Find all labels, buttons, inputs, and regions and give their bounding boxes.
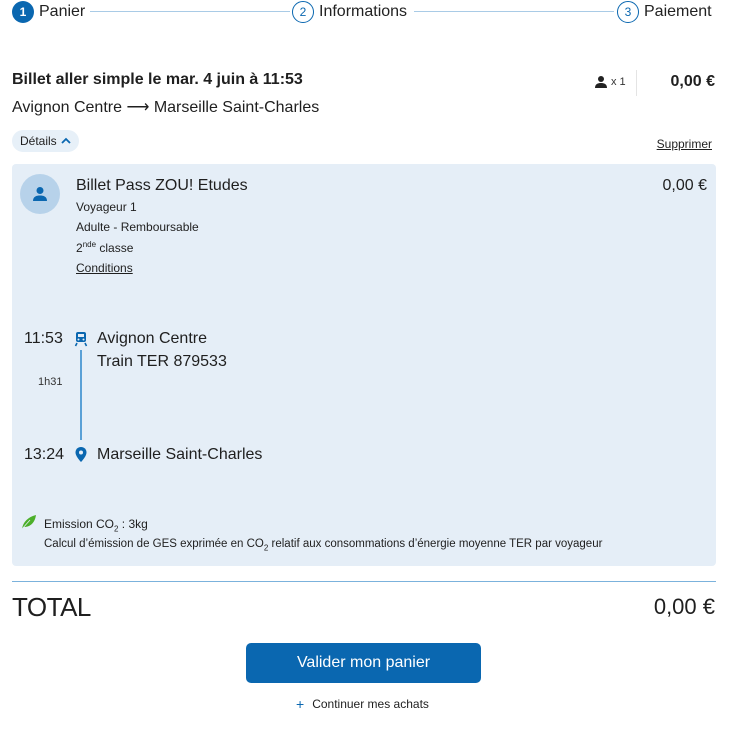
emission-label: Emission CO2 : 3kg	[44, 517, 148, 533]
trip-price: 0,00 €	[670, 73, 715, 90]
avatar	[20, 174, 60, 214]
leaf-icon	[21, 515, 36, 530]
passenger-count-text: x 1	[611, 76, 626, 88]
departure-time: 11:53	[24, 330, 63, 347]
delete-link[interactable]: Supprimer	[657, 137, 712, 151]
details-label: Détails	[20, 134, 57, 148]
validate-cart-button[interactable]: Valider mon panier	[246, 643, 481, 683]
arrival-station: Marseille Saint-Charles	[97, 446, 263, 463]
total-label: TOTAL	[12, 592, 91, 622]
person-icon	[595, 76, 607, 88]
conditions-link[interactable]: Conditions	[76, 261, 133, 275]
arrival-time: 13:24	[24, 446, 65, 463]
details-toggle-button[interactable]: Détails	[12, 130, 79, 152]
train-number: Train TER 879533	[97, 353, 227, 370]
step-panier[interactable]: 1 Panier	[12, 1, 85, 23]
ticket-price: 0,00 €	[662, 177, 707, 194]
continue-shopping-link[interactable]: + Continuer mes achats	[296, 696, 429, 712]
location-pin-icon	[75, 447, 87, 462]
class-ordinal: 2	[76, 241, 83, 255]
class-text: classe	[99, 241, 134, 255]
checkout-stepper: 1 Panier 2 Informations 3 Paiement	[12, 0, 712, 24]
passenger-count: x 1	[594, 75, 626, 89]
step-number: 2	[292, 1, 314, 23]
emission-desc-text: relatif aux consommations d’énergie moye…	[268, 538, 603, 550]
step-number: 3	[617, 1, 639, 23]
ticket-name: Billet Pass ZOU! Etudes	[76, 177, 248, 194]
train-icon	[74, 332, 88, 347]
step-label: Informations	[319, 3, 408, 20]
fare-label: Adulte - Remboursable	[76, 220, 199, 234]
step-paiement[interactable]: 3 Paiement	[617, 1, 712, 23]
divider	[636, 70, 637, 96]
total-value: 0,00 €	[653, 594, 715, 619]
step-number: 1	[12, 1, 34, 23]
emission-description: Calcul d’émission de GES exprimée en CO2…	[44, 538, 602, 552]
step-label: Paiement	[644, 3, 712, 20]
ticket-details-panel: Billet Pass ZOU! Etudes 0,00 € Voyageur …	[12, 164, 716, 566]
continue-label: Continuer mes achats	[312, 697, 429, 711]
timeline-line	[80, 350, 82, 440]
chevron-up-icon	[61, 137, 71, 144]
departure-station: Avignon Centre	[97, 330, 207, 347]
person-icon	[33, 187, 47, 201]
total-divider	[12, 581, 716, 582]
trip-route: Avignon Centre ⟶ Marseille Saint-Charles	[12, 99, 320, 116]
emission-desc-text: Calcul d’émission de GES exprimée en CO	[44, 538, 264, 550]
stepper-connector	[414, 11, 614, 12]
trip-title: Billet aller simple le mar. 4 juin à 11:…	[12, 71, 303, 88]
class-label: 2nde classe	[76, 240, 133, 255]
traveler-label: Voyageur 1	[76, 200, 137, 214]
journey-duration: 1h31	[38, 376, 63, 388]
emission-label-text: Emission CO	[44, 517, 115, 531]
plus-icon: +	[296, 696, 305, 712]
step-label: Panier	[39, 3, 86, 20]
stepper-connector	[90, 11, 290, 12]
emission-value: : 3kg	[118, 517, 148, 531]
class-suffix: nde	[82, 240, 97, 249]
step-informations[interactable]: 2 Informations	[292, 1, 407, 23]
